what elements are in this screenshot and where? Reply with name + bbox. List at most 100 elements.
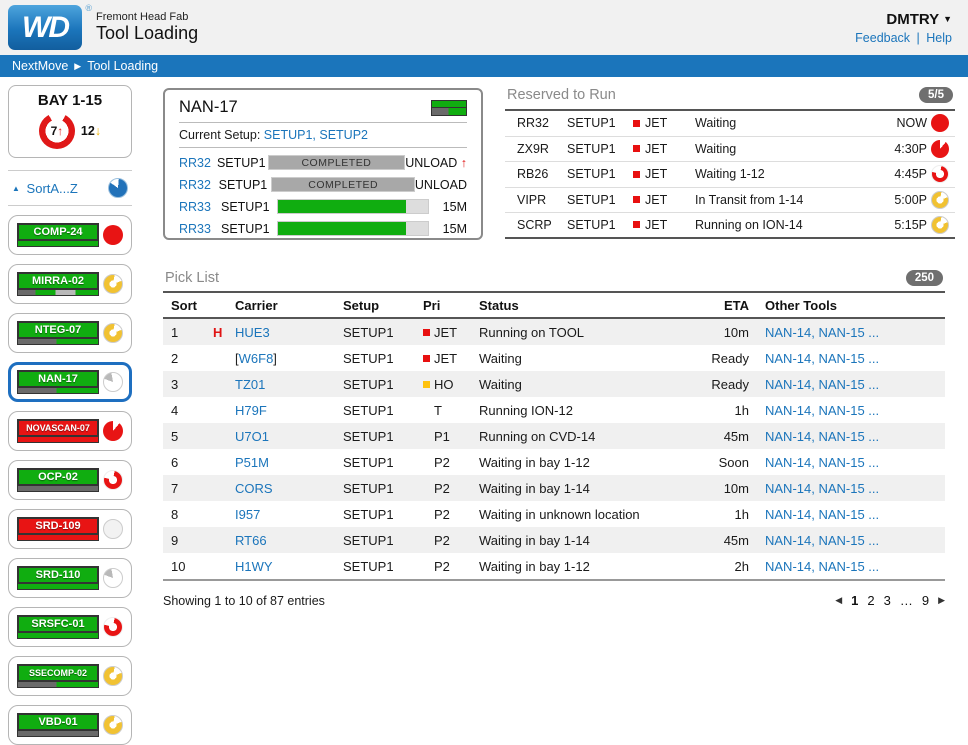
other-tools-link[interactable]: NAN-14, NAN-15 ... xyxy=(765,481,945,496)
carrier-link[interactable]: RR33 xyxy=(179,200,221,214)
sidebar-item-ocp-02[interactable]: OCP-02 xyxy=(8,460,132,500)
tool-label: COMP-24 xyxy=(17,223,99,241)
time-status-icon xyxy=(931,216,949,234)
carrier-link[interactable]: TZ01 xyxy=(235,377,265,392)
pie-chart-icon[interactable] xyxy=(108,178,128,198)
sidebar-item-comp-24[interactable]: COMP-24 xyxy=(8,215,132,255)
carrier-link[interactable]: I957 xyxy=(235,507,260,522)
sidebar-item-nan-17[interactable]: NAN-17 xyxy=(8,362,132,402)
load-port-row: RR33 SETUP1 15M xyxy=(179,199,467,214)
carrier-id: VIPR xyxy=(517,193,567,207)
row-eta: 1h xyxy=(669,507,749,522)
other-tools-link[interactable]: NAN-14, NAN-15 ... xyxy=(765,507,945,522)
sidebar-item-srsfc-01[interactable]: SRSFC-01 xyxy=(8,607,132,647)
feedback-link[interactable]: Feedback xyxy=(855,31,910,45)
sidebar-item-ssecomp-02[interactable]: SSECOMP-02 xyxy=(8,656,132,696)
time-status-icon xyxy=(931,140,949,158)
other-tools-link[interactable]: NAN-14, NAN-15 ... xyxy=(765,559,945,574)
sidebar-item-novascan-07[interactable]: NOVASCAN-07 xyxy=(8,411,132,451)
other-tools-link[interactable]: NAN-14, NAN-15 ... xyxy=(765,455,945,470)
tool-label: NTEG-07 xyxy=(17,321,99,339)
page-number-2[interactable]: 2 xyxy=(867,593,874,608)
priority-square-icon xyxy=(633,221,640,228)
prev-page-button[interactable]: ◀ xyxy=(835,595,842,606)
carrier-link[interactable]: RR32 xyxy=(179,178,219,192)
carrier-status: Waiting xyxy=(695,142,879,156)
port-eta: UNLOAD xyxy=(415,178,467,192)
bay-summary-card: BAY 1-15 7↑ 12↓ xyxy=(8,85,132,158)
priority-label: T xyxy=(434,403,442,418)
tool-status-icon xyxy=(103,225,123,245)
other-tools-link[interactable]: NAN-14, NAN-15 ... xyxy=(765,325,945,340)
tool-status-icon xyxy=(103,715,123,735)
carrier-link[interactable]: W6F8 xyxy=(239,351,274,366)
setup-name: SETUP1 xyxy=(567,193,633,207)
carrier-status: Running on CVD-14 xyxy=(479,429,669,444)
other-tools-link[interactable]: NAN-14, NAN-15 ... xyxy=(765,533,945,548)
priority-label: JET xyxy=(645,167,667,181)
tool-capacity-bar xyxy=(17,633,99,639)
carrier-status: Waiting xyxy=(479,351,669,366)
carrier-status: Waiting in bay 1-14 xyxy=(479,533,669,548)
sort-ascending-icon: ▲ xyxy=(12,184,20,193)
carrier-link[interactable]: RR33 xyxy=(179,222,221,236)
help-link[interactable]: Help xyxy=(926,31,952,45)
carrier-id: RB26 xyxy=(517,167,567,181)
carrier-link[interactable]: P51M xyxy=(235,455,269,470)
carrier-link[interactable]: U7O1 xyxy=(235,429,269,444)
row-eta: 45m xyxy=(669,429,749,444)
breadcrumb-nextmove[interactable]: NextMove xyxy=(12,59,68,73)
sidebar-item-vbd-01[interactable]: VBD-01 xyxy=(8,705,132,745)
page-number-3[interactable]: 3 xyxy=(884,593,891,608)
sidebar-item-mirra-02[interactable]: MIRRA-02 xyxy=(8,264,132,304)
priority-label: HO xyxy=(434,377,454,392)
carrier-link[interactable]: RT66 xyxy=(235,533,267,548)
user-menu[interactable]: DMTRY ▼ xyxy=(855,11,952,28)
pick-list-header: Sort Carrier Setup Pri Status ETA Other … xyxy=(163,291,945,319)
next-page-button[interactable]: ▶ xyxy=(938,595,945,606)
breadcrumb-current: Tool Loading xyxy=(87,59,158,73)
column-header-sort[interactable]: Sort xyxy=(163,298,235,313)
column-header-carrier[interactable]: Carrier xyxy=(235,298,343,313)
setup-name: SETUP1 xyxy=(343,455,423,470)
carrier-link[interactable]: HUE3 xyxy=(235,325,270,340)
setup-name: SETUP1 xyxy=(567,167,633,181)
carrier-link[interactable]: H1WY xyxy=(235,559,273,574)
current-setup-links[interactable]: SETUP1, SETUP2 xyxy=(264,128,368,142)
other-tools-link[interactable]: NAN-14, NAN-15 ... xyxy=(765,403,945,418)
tool-status-icon xyxy=(103,519,123,539)
setup-name: SETUP1 xyxy=(343,481,423,496)
reserved-row: SCRP SETUP1 JET Running on ION-14 5:15P xyxy=(505,213,955,239)
sidebar-item-srd-110[interactable]: SRD-110 xyxy=(8,558,132,598)
tool-capacity-bar xyxy=(17,437,99,443)
column-header-status[interactable]: Status xyxy=(479,298,669,313)
other-tools-link[interactable]: NAN-14, NAN-15 ... xyxy=(765,351,945,366)
carrier-link[interactable]: CORS xyxy=(235,481,273,496)
column-header-other-tools[interactable]: Other Tools xyxy=(765,298,945,313)
priority-label: JET xyxy=(434,351,457,366)
carrier-link[interactable]: H79F xyxy=(235,403,267,418)
column-header-eta[interactable]: ETA xyxy=(669,298,749,313)
tool-capacity-bar xyxy=(17,388,99,394)
carrier-status: Waiting 1-12 xyxy=(695,167,879,181)
setup-name: SETUP1 xyxy=(567,218,633,232)
sidebar-item-nteg-07[interactable]: NTEG-07 xyxy=(8,313,132,353)
setup-name: SETUP1 xyxy=(221,222,277,236)
sidebar-item-srd-109[interactable]: SRD-109 xyxy=(8,509,132,549)
row-sort: 2 xyxy=(163,351,213,366)
page-number-1[interactable]: 1 xyxy=(851,593,858,608)
pick-list-body: 1 H HUE3 SETUP1 JET Running on TOOL 10m … xyxy=(163,319,945,581)
row-sort: 4 xyxy=(163,403,213,418)
carrier-status: Waiting in unknown location xyxy=(479,507,669,522)
column-header-setup[interactable]: Setup xyxy=(343,298,423,313)
column-header-pri[interactable]: Pri xyxy=(423,298,479,313)
reserved-title: Reserved to Run xyxy=(507,87,616,103)
other-tools-link[interactable]: NAN-14, NAN-15 ... xyxy=(765,377,945,392)
setup-name: SETUP1 xyxy=(343,351,423,366)
carrier-link[interactable]: RR32 xyxy=(179,156,217,170)
progress-bar xyxy=(277,221,429,236)
sort-control[interactable]: ▲ SortA...Z xyxy=(8,170,132,206)
page-number-9[interactable]: 9 xyxy=(922,593,929,608)
row-eta: 45m xyxy=(669,533,749,548)
other-tools-link[interactable]: NAN-14, NAN-15 ... xyxy=(765,429,945,444)
